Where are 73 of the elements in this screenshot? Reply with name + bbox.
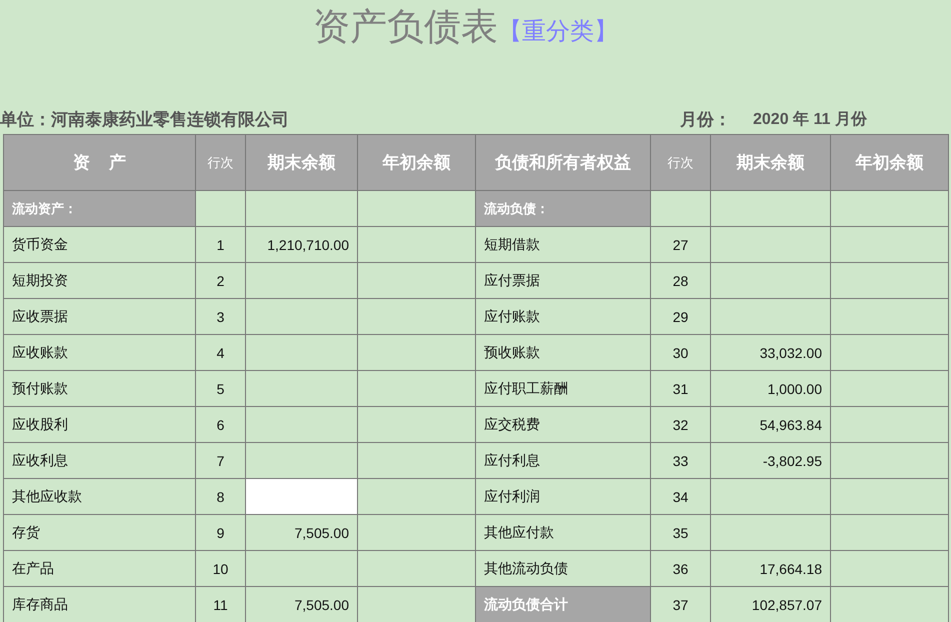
- table-cell: 6: [196, 406, 246, 442]
- table-cell: 其他应收款: [4, 478, 196, 514]
- table-cell: 应付票据: [476, 262, 650, 298]
- table-cell: 应付职工薪酬: [476, 370, 650, 406]
- table-cell: 短期投资: [4, 262, 196, 298]
- table-cell[interactable]: [246, 190, 358, 226]
- table-cell: 7: [196, 442, 246, 478]
- column-header: 资 产: [4, 134, 196, 190]
- column-header: 年初余额: [830, 134, 948, 190]
- table-cell[interactable]: 1,210,710.00: [246, 226, 358, 262]
- unit-label: 单位：: [0, 108, 51, 130]
- table-cell: 54,963.84: [710, 406, 830, 442]
- section-header-cell: 流动资产：: [4, 190, 196, 226]
- table-cell: 1,000.00: [710, 370, 830, 406]
- table-cell: 35: [650, 514, 710, 550]
- table-cell: 33,032.00: [710, 334, 830, 370]
- table-cell: 预收账款: [476, 334, 650, 370]
- table-cell: 应交税费: [476, 406, 650, 442]
- table-cell: 10: [196, 550, 246, 586]
- report-title: 资产负债表: [313, 6, 498, 50]
- column-header: 年初余额: [358, 134, 476, 190]
- column-header: 行次: [196, 134, 246, 190]
- table-cell: 31: [650, 370, 710, 406]
- table-cell: 3: [196, 298, 246, 334]
- table-cell: 9: [196, 514, 246, 550]
- table-cell[interactable]: [246, 298, 358, 334]
- table-cell: [196, 190, 246, 226]
- period-value: 2020 年 11 月份: [753, 110, 867, 130]
- period-label: 月份：: [680, 108, 731, 130]
- column-header: 期末余额: [710, 134, 830, 190]
- table-cell: 33: [650, 442, 710, 478]
- table-cell[interactable]: [246, 334, 358, 370]
- table-cell: 应付利息: [476, 442, 650, 478]
- table-cell: 短期借款: [476, 226, 650, 262]
- table-cell: -3,802.95: [710, 442, 830, 478]
- table-cell: 30: [650, 334, 710, 370]
- table-cell: 应付利润: [476, 478, 650, 514]
- column-header: 负债和所有者权益: [476, 134, 650, 190]
- table-cell: [650, 190, 710, 226]
- table-cell[interactable]: [246, 478, 358, 514]
- table-cell: 货币资金: [4, 226, 196, 262]
- table-cell[interactable]: [246, 370, 358, 406]
- table-cell: 应收票据: [4, 298, 196, 334]
- table-cell: 4: [196, 334, 246, 370]
- table-cell: 34: [650, 478, 710, 514]
- table-cell: 预付账款: [4, 370, 196, 406]
- table-cell: 5: [196, 370, 246, 406]
- unit-value: 河南泰康药业零售连锁有限公司: [51, 108, 289, 130]
- table-cell: 应付账款: [476, 298, 650, 334]
- section-header-cell: 流动负债：: [476, 190, 650, 226]
- table-cell: 2: [196, 262, 246, 298]
- table-cell: 27: [650, 226, 710, 262]
- column-header: 行次: [650, 134, 710, 190]
- table-cell[interactable]: 7,505.00: [246, 514, 358, 550]
- table-cell: 应收账款: [4, 334, 196, 370]
- table-cell: 在产品: [4, 550, 196, 586]
- table-cell: 应收股利: [4, 406, 196, 442]
- column-header: 期末余额: [246, 134, 358, 190]
- total-label-cell: 流动负债合计: [476, 586, 650, 622]
- table-cell: 其他应付款: [476, 514, 650, 550]
- table-cell: 28: [650, 262, 710, 298]
- table-cell[interactable]: [246, 262, 358, 298]
- table-cell: 29: [650, 298, 710, 334]
- table-cell: 17,664.18: [710, 550, 830, 586]
- table-cell: 应收利息: [4, 442, 196, 478]
- table-cell: 库存商品: [4, 586, 196, 622]
- table-cell[interactable]: [246, 406, 358, 442]
- table-cell: 存货: [4, 514, 196, 550]
- table-cell: 32: [650, 406, 710, 442]
- table-cell: 1: [196, 226, 246, 262]
- table-cell: 36: [650, 550, 710, 586]
- table-cell[interactable]: [246, 550, 358, 586]
- report-subtitle: 【重分类】: [498, 18, 618, 47]
